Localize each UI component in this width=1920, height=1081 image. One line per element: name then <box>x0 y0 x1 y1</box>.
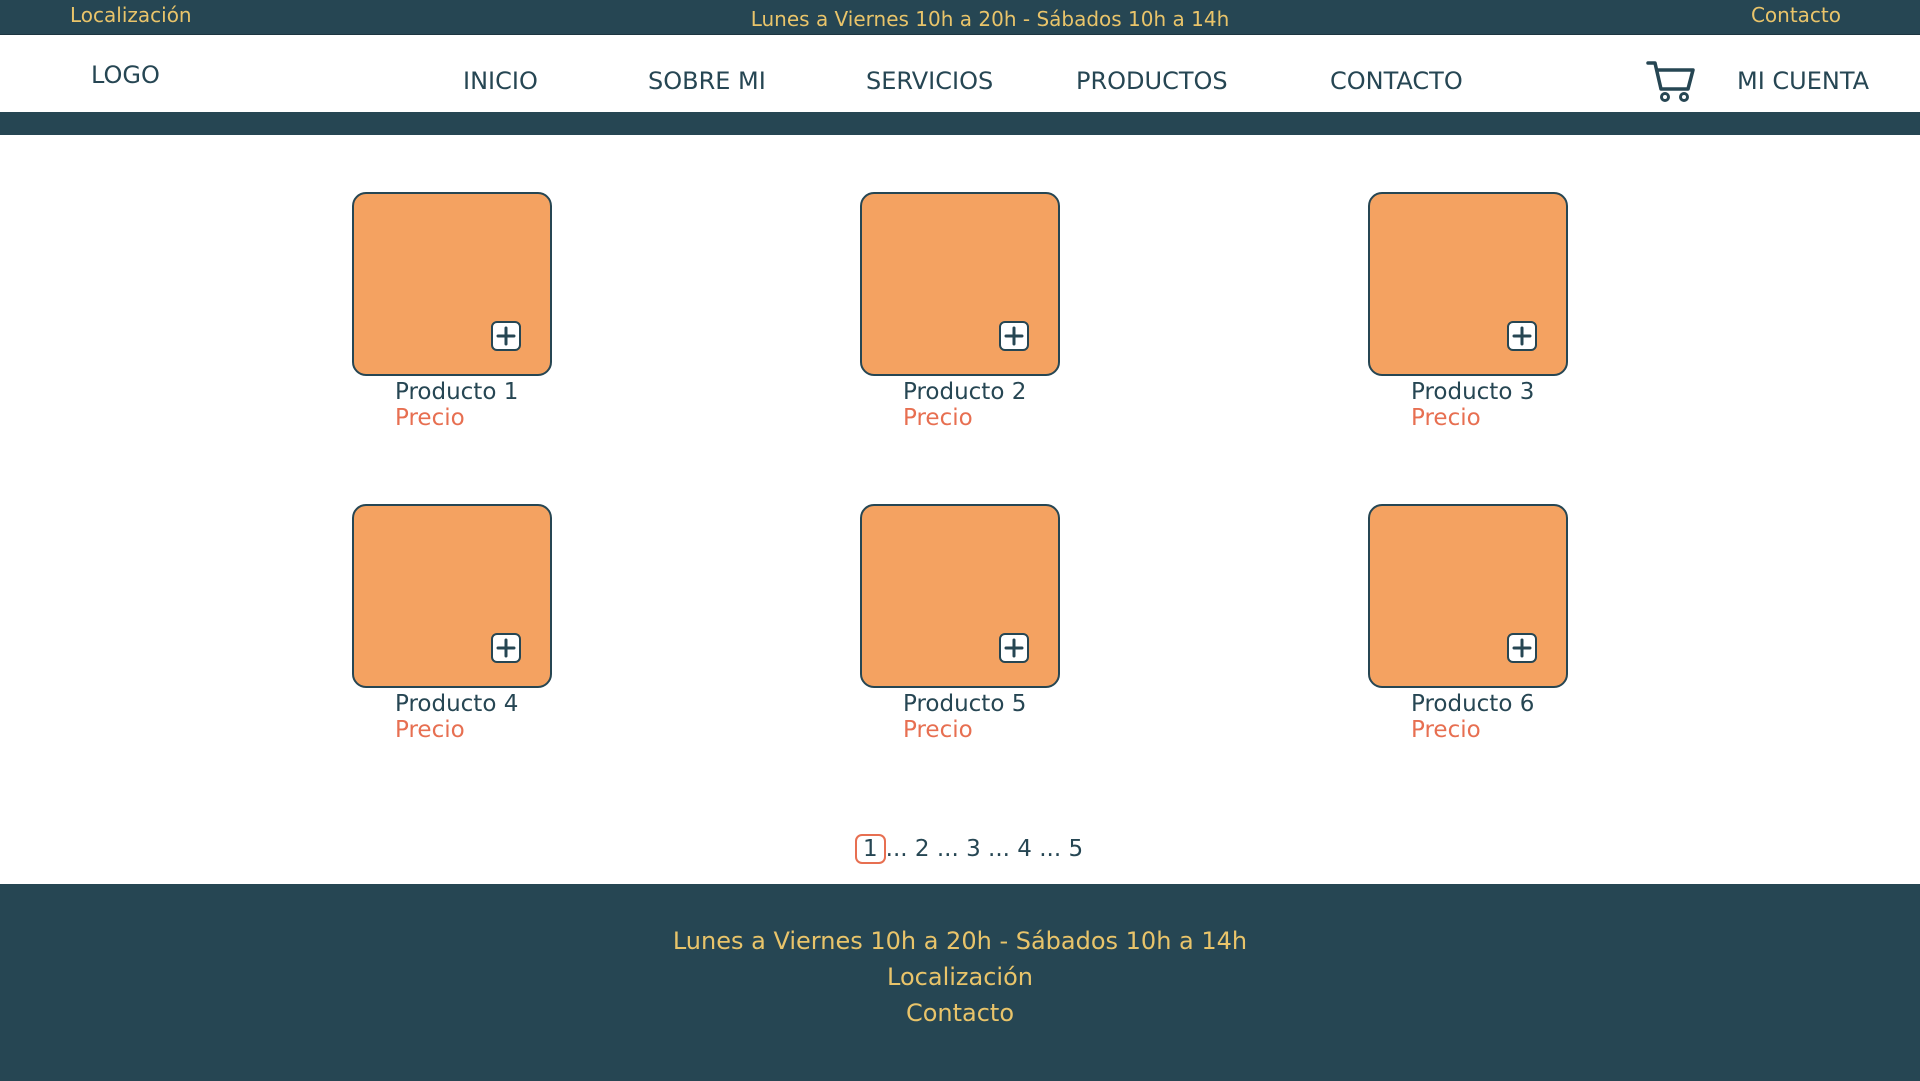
pagination-separator: ... <box>936 836 959 862</box>
add-to-cart-button[interactable] <box>999 633 1029 663</box>
product-name[interactable]: Producto 4 <box>395 691 518 717</box>
product-image[interactable] <box>352 504 552 688</box>
logo[interactable]: LOGO <box>91 61 160 89</box>
product-price: Precio <box>1411 717 1481 743</box>
product-image[interactable] <box>860 504 1060 688</box>
product-name[interactable]: Producto 5 <box>903 691 1026 717</box>
footer: Lunes a Viernes 10h a 20h - Sábados 10h … <box>0 884 1920 1081</box>
product-card[interactable]: Producto 3 Precio <box>1368 192 1628 452</box>
footer-hours: Lunes a Viernes 10h a 20h - Sábados 10h … <box>672 927 1248 955</box>
pagination-page-2[interactable]: 2 <box>915 836 930 862</box>
product-card[interactable]: Producto 2 Precio <box>860 192 1120 452</box>
pagination-separator: ... <box>1039 836 1062 862</box>
pagination-page-3[interactable]: 3 <box>966 836 981 862</box>
product-image[interactable] <box>860 192 1060 376</box>
product-name[interactable]: Producto 1 <box>395 379 518 405</box>
product-price: Precio <box>903 405 973 431</box>
nav-item-productos[interactable]: PRODUCTOS <box>1076 67 1228 95</box>
topbar-hours: Lunes a Viernes 10h a 20h - Sábados 10h … <box>750 7 1230 31</box>
pagination-separator: ... <box>988 836 1010 862</box>
shopping-cart-icon[interactable] <box>1646 59 1696 103</box>
pagination-current-page[interactable]: 1 <box>855 834 886 864</box>
product-card[interactable]: Producto 1 Precio <box>352 192 612 452</box>
topbar-contact-link[interactable]: Contacto <box>1751 3 1841 27</box>
product-image[interactable] <box>1368 504 1568 688</box>
nav-item-inicio[interactable]: INICIO <box>463 67 538 95</box>
product-name[interactable]: Producto 2 <box>903 379 1026 405</box>
add-to-cart-button[interactable] <box>491 321 521 351</box>
product-card[interactable]: Producto 6 Precio <box>1368 504 1628 764</box>
product-price: Precio <box>395 405 465 431</box>
header-divider-band <box>0 112 1920 135</box>
pagination-page-4[interactable]: 4 <box>1017 836 1032 862</box>
plus-icon <box>496 326 516 346</box>
product-price: Precio <box>903 717 973 743</box>
add-to-cart-button[interactable] <box>1507 633 1537 663</box>
product-name[interactable]: Producto 3 <box>1411 379 1534 405</box>
pagination-separator: ... <box>885 836 908 862</box>
footer-contact-link[interactable]: Contacto <box>0 999 1920 1027</box>
my-account-link[interactable]: MI CUENTA <box>1737 67 1869 95</box>
product-price: Precio <box>1411 405 1481 431</box>
main-navbar: LOGO INICIO SOBRE MI SERVICIOS PRODUCTOS… <box>0 35 1920 113</box>
product-image[interactable] <box>352 192 552 376</box>
product-price: Precio <box>395 717 465 743</box>
footer-location-link[interactable]: Localización <box>0 963 1920 991</box>
plus-icon <box>496 638 516 658</box>
product-name[interactable]: Producto 6 <box>1411 691 1534 717</box>
nav-item-sobre-mi[interactable]: SOBRE MI <box>648 67 766 95</box>
pagination: 1... 2 ... 3 ... 4 ... 5 <box>855 834 1083 864</box>
product-card[interactable]: Producto 5 Precio <box>860 504 1120 764</box>
nav-item-contacto[interactable]: CONTACTO <box>1330 67 1463 95</box>
plus-icon <box>1004 638 1024 658</box>
plus-icon <box>1512 638 1532 658</box>
pagination-page-5[interactable]: 5 <box>1069 836 1084 862</box>
add-to-cart-button[interactable] <box>1507 321 1537 351</box>
top-info-bar: Localización Lunes a Viernes 10h a 20h -… <box>0 0 1920 35</box>
product-card[interactable]: Producto 4 Precio <box>352 504 612 764</box>
add-to-cart-button[interactable] <box>491 633 521 663</box>
plus-icon <box>1004 326 1024 346</box>
plus-icon <box>1512 326 1532 346</box>
add-to-cart-button[interactable] <box>999 321 1029 351</box>
nav-item-servicios[interactable]: SERVICIOS <box>866 67 993 95</box>
product-image[interactable] <box>1368 192 1568 376</box>
